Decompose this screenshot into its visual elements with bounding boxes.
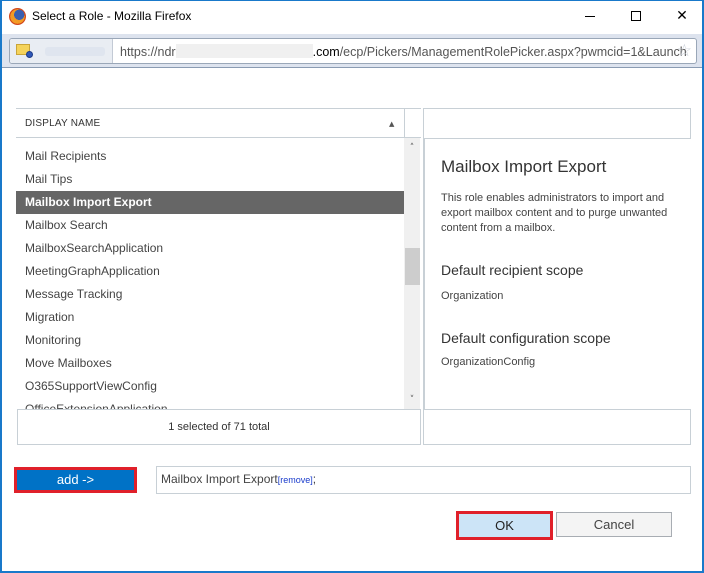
- minimize-icon: [585, 15, 595, 17]
- list-item[interactable]: MailboxSearchApplication: [16, 237, 404, 260]
- list-scrollbar[interactable]: ˄ ˅: [404, 138, 420, 410]
- list-item[interactable]: Migration: [16, 306, 404, 329]
- display-name-column[interactable]: DISPLAY NAME: [25, 118, 100, 129]
- gear-icon: [26, 51, 33, 58]
- scroll-up-arrow-icon[interactable]: ˄: [404, 140, 420, 156]
- firefox-logo-icon: [9, 8, 26, 25]
- list-item[interactable]: Mail Recipients: [16, 145, 404, 168]
- title-bar: Select a Role - Mozilla Firefox ✕: [2, 1, 702, 33]
- list-item[interactable]: Monitoring: [16, 329, 404, 352]
- list-item-partial: [16, 138, 404, 145]
- url-path: /ecp/Pickers/ManagementRolePicker.aspx?p…: [339, 45, 687, 59]
- ok-button[interactable]: OK: [456, 511, 553, 540]
- list-item-selected[interactable]: Mailbox Import Export: [16, 191, 404, 214]
- list-item[interactable]: Mailbox Search: [16, 214, 404, 237]
- scroll-down-arrow-icon[interactable]: ˅: [404, 392, 420, 408]
- bookmark-star-icon[interactable]: ☆: [677, 41, 692, 61]
- role-description: This role enables administrators to impo…: [441, 192, 668, 234]
- scrollbar-thumb[interactable]: [405, 248, 420, 285]
- maximize-icon: [631, 11, 641, 21]
- minimize-button[interactable]: [567, 1, 613, 31]
- site-identity-button[interactable]: [10, 39, 113, 63]
- list-item[interactable]: O365SupportViewConfig: [16, 375, 404, 398]
- sort-ascending-icon[interactable]: ▲: [389, 120, 394, 128]
- add-button[interactable]: add ->: [14, 467, 137, 493]
- maximize-button[interactable]: [613, 1, 659, 31]
- url-prefix: https://ndr: [120, 45, 176, 59]
- window-title: Select a Role - Mozilla Firefox: [32, 9, 192, 23]
- detail-header-box: [423, 108, 691, 139]
- redacted-host: [175, 44, 313, 58]
- selection-count: 1 selected of 71 total: [17, 409, 421, 445]
- separator: ;: [312, 472, 317, 486]
- role-title: Mailbox Import Export: [441, 157, 607, 176]
- url-text[interactable]: https://ndr .com/ecp/Pickers/ManagementRo…: [120, 44, 687, 59]
- list-item[interactable]: Mail Tips: [16, 168, 404, 191]
- redacted-site-name: [45, 47, 105, 56]
- role-details-pane: Mailbox Import Export This role enables …: [423, 139, 691, 410]
- recipient-scope-label: Default recipient scope: [441, 262, 584, 278]
- browser-window: Select a Role - Mozilla Firefox ✕ https:…: [0, 0, 704, 573]
- selected-role-value: Mailbox Import Export: [161, 472, 278, 486]
- url-domain: .com: [312, 45, 340, 59]
- config-scope-label: Default configuration scope: [441, 330, 611, 346]
- navigation-bar: https://ndr .com/ecp/Pickers/ManagementRo…: [2, 34, 702, 68]
- recipient-scope-value: Organization: [441, 290, 504, 302]
- list-item[interactable]: Message Tracking: [16, 283, 404, 306]
- list-item[interactable]: MeetingGraphApplication: [16, 260, 404, 283]
- list-item[interactable]: Move Mailboxes: [16, 352, 404, 375]
- selected-roles-field[interactable]: Mailbox Import Export[remove];: [156, 466, 691, 494]
- close-button[interactable]: ✕: [659, 1, 704, 31]
- config-scope-value: OrganizationConfig: [441, 356, 536, 368]
- list-column-header[interactable]: DISPLAY NAME ▲: [16, 108, 421, 138]
- column-divider: [404, 109, 405, 137]
- role-list: Mail Recipients Mail Tips Mailbox Import E…: [16, 138, 421, 410]
- detail-footer-box: [423, 409, 691, 445]
- close-icon: ✕: [676, 8, 688, 24]
- remove-link[interactable]: [remove]: [278, 475, 313, 485]
- url-bar[interactable]: https://ndr .com/ecp/Pickers/ManagementRo…: [9, 38, 697, 64]
- cancel-button[interactable]: Cancel: [556, 512, 672, 537]
